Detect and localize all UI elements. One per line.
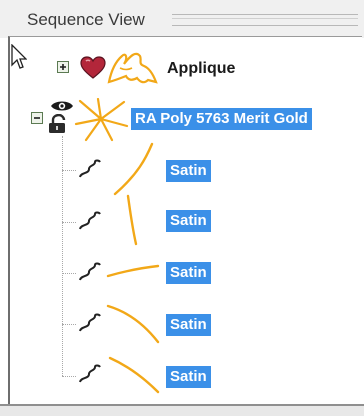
panel-title: Sequence View <box>27 10 145 29</box>
tree-item-satin[interactable]: Satin <box>166 314 211 336</box>
tree-branch <box>62 324 76 325</box>
pointer-icon <box>11 44 27 69</box>
heart-icon <box>80 56 106 79</box>
panel-header: Sequence View <box>0 0 364 38</box>
tree-line-children <box>62 136 63 376</box>
tree-branch <box>62 170 76 171</box>
stroke-preview-icon <box>106 304 160 344</box>
minus-icon[interactable] <box>31 112 43 124</box>
tree-item-satin[interactable]: Satin <box>166 366 211 388</box>
sequence-view-panel: Sequence View Applique RA Poly 5763 Meri… <box>0 0 364 416</box>
stitch-icon <box>79 211 101 230</box>
tree-branch <box>62 222 76 223</box>
tree-item-thread[interactable]: RA Poly 5763 Merit Gold <box>131 108 312 130</box>
tree-item-satin[interactable]: Satin <box>166 160 211 182</box>
tree-item-applique[interactable]: Applique <box>167 60 235 78</box>
lock-icon[interactable] <box>47 114 69 134</box>
tree-item-satin[interactable]: Satin <box>166 262 211 284</box>
tree-branch <box>62 273 76 274</box>
stitch-icon <box>79 262 101 281</box>
stitch-icon <box>79 364 101 383</box>
plus-icon[interactable] <box>57 61 69 73</box>
tree-branch <box>62 376 76 377</box>
stroke-preview-icon <box>113 142 154 196</box>
thread-color-icon <box>74 98 129 142</box>
stroke-preview-icon <box>126 194 138 246</box>
stroke-preview-icon <box>108 356 160 394</box>
header-grip[interactable] <box>172 14 358 26</box>
tree-item-satin[interactable]: Satin <box>166 210 211 232</box>
stroke-preview-icon <box>106 264 160 278</box>
panel-bottom-border <box>0 404 364 416</box>
stitch-icon <box>79 159 101 178</box>
stitch-icon <box>79 313 101 332</box>
eye-icon[interactable] <box>50 99 74 113</box>
applique-shape-icon <box>107 52 158 84</box>
